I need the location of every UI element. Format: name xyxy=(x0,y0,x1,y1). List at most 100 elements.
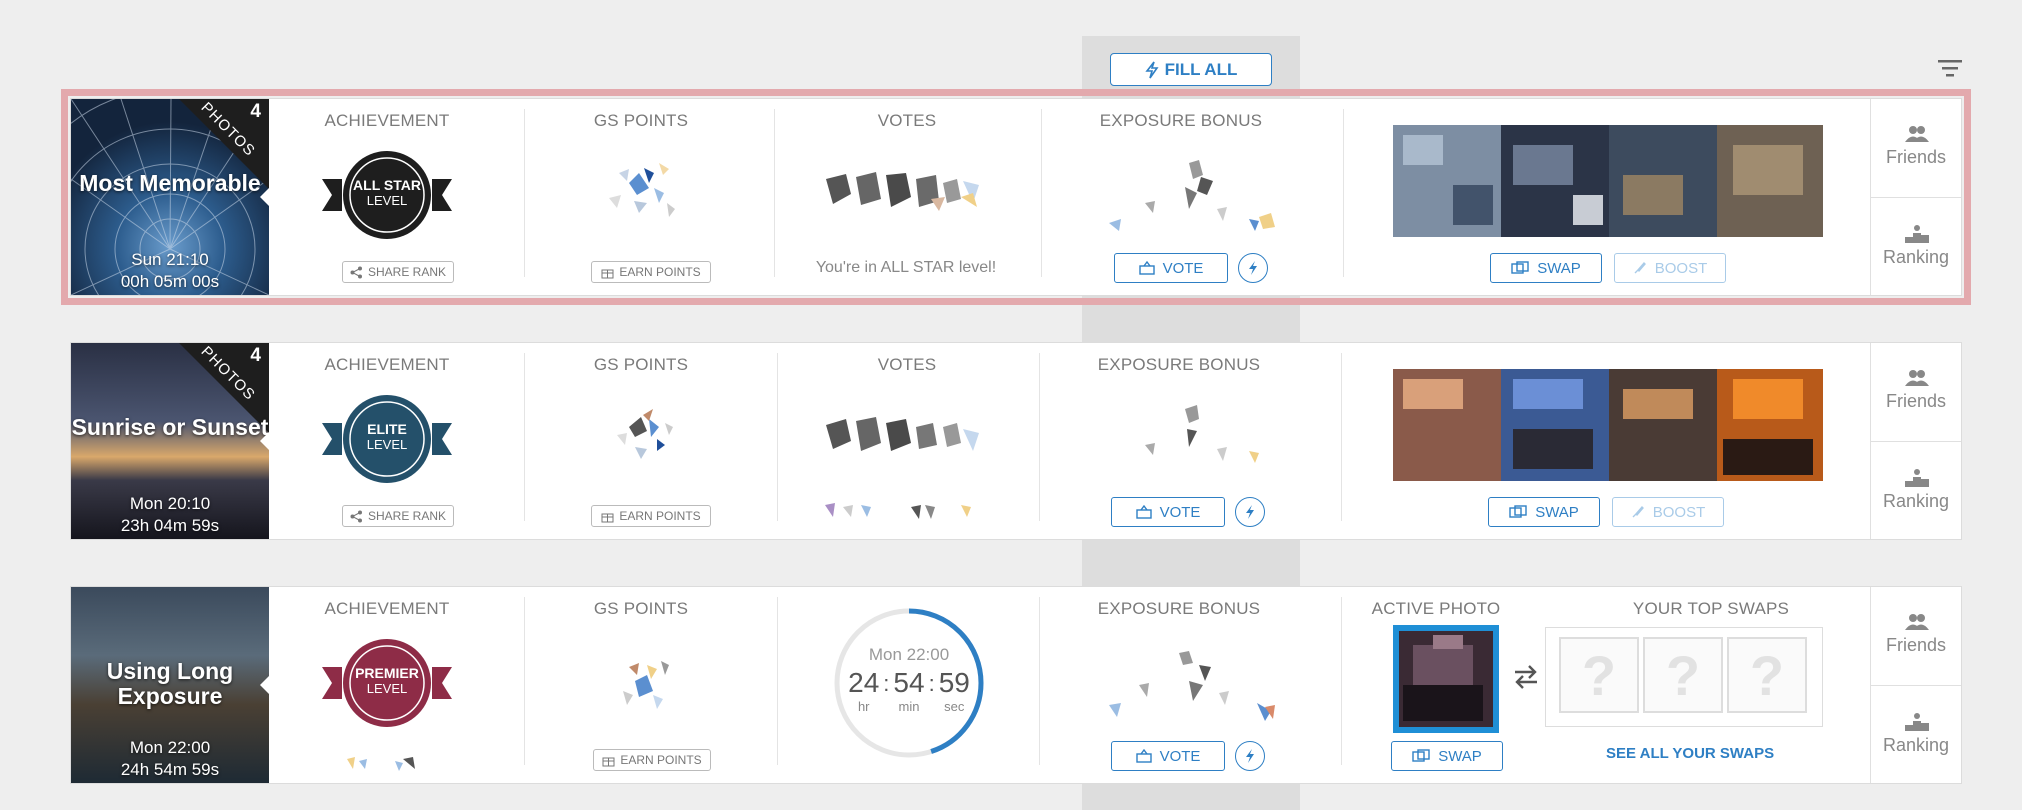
share-icon xyxy=(350,510,362,522)
friends-icon xyxy=(1905,614,1929,630)
swap-button[interactable]: SWAP xyxy=(1391,741,1503,771)
exposure-bonus-graphic xyxy=(1109,160,1275,231)
votes-title: VOTES xyxy=(877,355,937,374)
share-rank-label: SHARE RANK xyxy=(367,265,447,279)
challenge-thumbnail[interactable]: 4 PHOTOS Sunrise or Sunset Mon 20:10 23h… xyxy=(71,343,269,539)
challenge-countdown: 23h 04m 59s xyxy=(120,516,220,535)
achievement-mini-graphic xyxy=(347,757,415,771)
earn-points-label: EARN POINTS xyxy=(620,753,702,767)
gs-points-graphic xyxy=(617,409,673,459)
countdown-timer: Mon 22:00 24 hr : 54 min : 59 sec xyxy=(833,645,985,714)
your-top-swaps-title: YOUR TOP SWAPS xyxy=(1632,599,1790,618)
friends-button[interactable]: Friends xyxy=(1871,587,1961,685)
divider xyxy=(777,597,778,765)
friends-button[interactable]: Friends xyxy=(1871,343,1961,441)
votes-title: VOTES xyxy=(877,111,937,130)
level-name: ALL STAR xyxy=(353,177,421,193)
challenge-date: Sun 21:10 xyxy=(131,250,209,269)
share-icon xyxy=(350,266,362,278)
timer-digits: 24 hr : 54 min : 59 sec xyxy=(833,667,985,714)
gift-icon xyxy=(601,269,614,278)
timer-minutes-unit: min xyxy=(898,699,920,714)
challenge-title: Sunrise or Sunset xyxy=(71,414,269,440)
level-suffix: LEVEL xyxy=(366,193,408,208)
earn-points-label: EARN POINTS xyxy=(619,509,701,523)
friends-button[interactable]: Friends xyxy=(1871,99,1961,197)
gift-icon xyxy=(602,757,615,766)
timer-hours: 24 hr xyxy=(848,667,879,714)
divider xyxy=(777,353,778,521)
timer-seconds-unit: sec xyxy=(944,699,965,714)
lightning-icon xyxy=(1145,61,1159,78)
swap-photo-icon xyxy=(1412,749,1430,762)
earn-points-button[interactable]: EARN POINTS xyxy=(591,261,711,283)
swap-button[interactable]: SWAP xyxy=(1490,253,1602,283)
level-name: ELITE xyxy=(367,421,407,437)
challenge-countdown: 00h 05m 00s xyxy=(120,272,220,291)
top-swap-slot[interactable]: ? xyxy=(1559,637,1639,713)
friends-label: Friends xyxy=(1885,147,1947,167)
achievement-title: ACHIEVEMENT xyxy=(324,111,450,130)
level-suffix: LEVEL xyxy=(366,681,408,696)
vote-button[interactable]: VOTE xyxy=(1114,253,1228,283)
auto-fill-bolt-button[interactable] xyxy=(1238,253,1268,283)
auto-fill-bolt-button[interactable] xyxy=(1235,497,1265,527)
share-rank-button[interactable]: SHARE RANK xyxy=(342,505,454,527)
ranking-button[interactable]: Ranking xyxy=(1871,443,1961,541)
divider xyxy=(524,597,525,765)
earn-points-label: EARN POINTS xyxy=(619,265,701,279)
challenge-photos-strip[interactable] xyxy=(1393,125,1823,237)
swap-label: SWAP xyxy=(1537,259,1581,277)
challenge-thumbnail[interactable]: Using Long Exposure Mon 22:00 24h 54m 59… xyxy=(71,587,269,783)
challenge-title: Most Memorable xyxy=(79,170,261,196)
side-actions: Friends Ranking xyxy=(1870,343,1961,539)
active-photo[interactable] xyxy=(1393,625,1499,733)
side-divider xyxy=(1871,197,1961,198)
level-badge-text: ALL STAR LEVEL xyxy=(347,177,427,209)
timer-seconds: 59 sec xyxy=(939,667,970,714)
boost-button[interactable]: BOOST xyxy=(1614,253,1726,283)
rocket-icon xyxy=(1632,505,1644,518)
see-all-swaps-link[interactable]: SEE ALL YOUR SWAPS xyxy=(1606,745,1774,762)
swap-label: SWAP xyxy=(1438,747,1482,765)
share-rank-button[interactable]: SHARE RANK xyxy=(342,261,454,283)
challenge-photos-strip[interactable] xyxy=(1393,369,1823,481)
exposure-bonus-graphic xyxy=(1109,651,1275,721)
ballot-icon xyxy=(1135,505,1152,519)
vote-button[interactable]: VOTE xyxy=(1111,497,1225,527)
level-badge-text: PREMIER LEVEL xyxy=(347,665,427,697)
divider xyxy=(1039,597,1040,765)
auto-fill-bolt-button[interactable] xyxy=(1235,741,1265,771)
boost-label: BOOST xyxy=(1654,259,1708,277)
fill-all-button[interactable]: FILL ALL xyxy=(1110,53,1272,86)
lightning-icon xyxy=(1246,749,1254,763)
timer-hours-unit: hr xyxy=(857,699,870,714)
vote-button[interactable]: VOTE xyxy=(1111,741,1225,771)
votes-mini-graphic xyxy=(825,503,971,519)
swap-button[interactable]: SWAP xyxy=(1488,497,1600,527)
timer-colon: : xyxy=(883,671,890,696)
friends-label: Friends xyxy=(1885,635,1947,655)
earn-points-button[interactable]: EARN POINTS xyxy=(593,749,711,771)
timer-hours-value: 24 xyxy=(848,667,880,698)
timer-minutes: 54 min xyxy=(893,667,924,714)
achievement-title: ACHIEVEMENT xyxy=(324,599,450,618)
challenge-thumbnail[interactable]: 4 PHOTOS Most Memorable Sun 21:10 00h 05… xyxy=(71,99,269,295)
divider xyxy=(1039,353,1040,521)
ranking-podium-icon xyxy=(1905,713,1929,731)
ranking-button[interactable]: Ranking xyxy=(1871,687,1961,785)
top-swap-slot[interactable]: ? xyxy=(1643,637,1723,713)
divider xyxy=(524,353,525,521)
ranking-label: Ranking xyxy=(1882,491,1950,511)
votes-graphic xyxy=(826,172,979,211)
photos-count: 4 xyxy=(250,345,261,366)
active-photo-title: ACTIVE PHOTO xyxy=(1371,599,1501,618)
boost-button[interactable]: BOOST xyxy=(1612,497,1724,527)
ranking-button[interactable]: Ranking xyxy=(1871,199,1961,297)
earn-points-button[interactable]: EARN POINTS xyxy=(591,505,711,527)
filter-icon[interactable] xyxy=(1937,57,1963,79)
ranking-podium-icon xyxy=(1905,469,1929,487)
rocket-icon xyxy=(1634,261,1646,274)
top-swap-slot[interactable]: ? xyxy=(1727,637,1807,713)
challenge-row-sunrise-or-sunset: 4 PHOTOS Sunrise or Sunset Mon 20:10 23h… xyxy=(70,342,1962,540)
